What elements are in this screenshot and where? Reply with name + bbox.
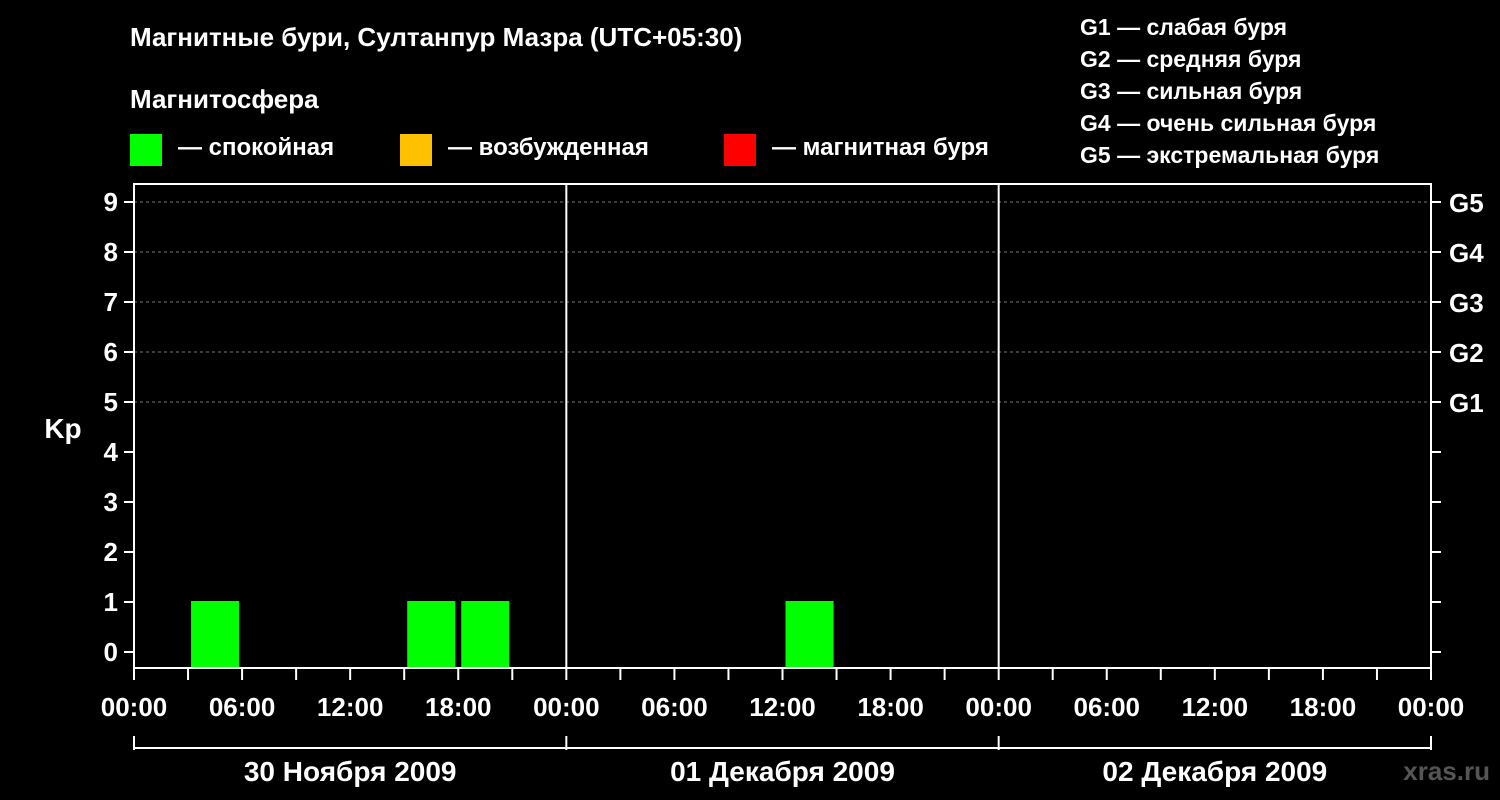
y-tick-label: 2 <box>104 537 118 567</box>
x-tick-label: 06:00 <box>209 692 276 722</box>
y-tick-label: 8 <box>104 237 118 267</box>
x-tick-label: 12:00 <box>1182 692 1249 722</box>
watermark: xras.ru <box>1403 756 1490 786</box>
x-tick-label: 18:00 <box>425 692 492 722</box>
y-tick-label: 0 <box>104 637 118 667</box>
x-tick-label: 00:00 <box>101 692 168 722</box>
x-tick-label: 12:00 <box>749 692 816 722</box>
x-tick-label: 18:00 <box>1290 692 1357 722</box>
g-level-label: G3 <box>1449 288 1484 318</box>
x-tick-label: 06:00 <box>1074 692 1141 722</box>
y-axis-label: Kp <box>44 413 81 444</box>
kp-chart: 0 1 2 3 4 5 6 7 8 9 G1 G2 G3 G4 G5 Kp 00:00 06:00 12:00 18:… <box>44 183 1484 787</box>
y-tick-label: 7 <box>104 287 118 317</box>
g-level-label: G4 <box>1449 238 1484 268</box>
y-tick-label: 3 <box>104 487 118 517</box>
day-label: 02 Декабря 2009 <box>1102 756 1327 787</box>
kp-bar <box>191 601 240 667</box>
x-tick-label: 00:00 <box>965 692 1032 722</box>
y-tick-label: 9 <box>104 187 118 217</box>
y-tick-label: 5 <box>104 387 118 417</box>
x-tick-label: 12:00 <box>317 692 384 722</box>
plot-frame <box>133 183 1432 669</box>
y-tick-label: 6 <box>104 337 118 367</box>
g-level-label: G1 <box>1449 388 1484 418</box>
y-tick-label: 4 <box>104 437 119 467</box>
g-level-label: G2 <box>1449 338 1484 368</box>
kp-bar <box>461 601 510 667</box>
x-tick-label: 00:00 <box>1398 692 1465 722</box>
x-tick-label: 18:00 <box>857 692 924 722</box>
day-label: 30 Ноября 2009 <box>244 756 457 787</box>
day-label: 01 Декабря 2009 <box>670 756 895 787</box>
x-tick-label: 00:00 <box>533 692 600 722</box>
x-tick-label: 06:00 <box>641 692 708 722</box>
kp-bar <box>407 601 456 667</box>
y-tick-label: 1 <box>104 587 118 617</box>
kp-bar <box>785 601 834 667</box>
g-level-label: G5 <box>1449 188 1484 218</box>
